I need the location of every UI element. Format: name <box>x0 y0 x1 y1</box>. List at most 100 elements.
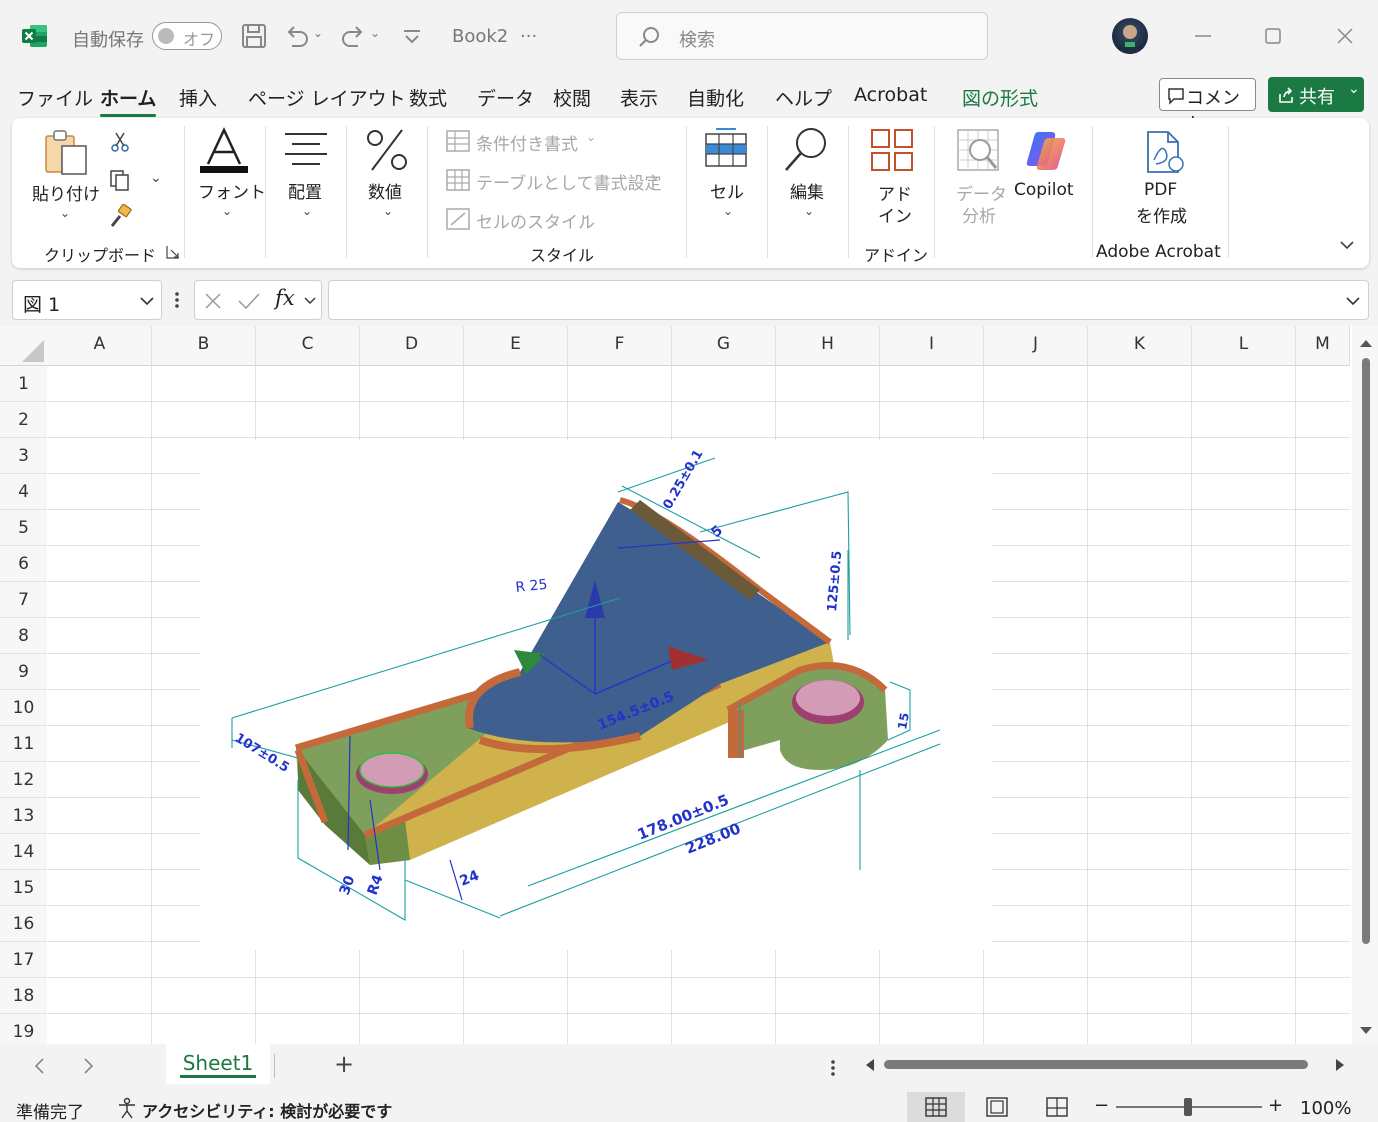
tab-view[interactable]: 表示 <box>620 84 658 111</box>
row-header-5[interactable]: 5 <box>0 510 47 546</box>
column-header-h[interactable]: H <box>776 326 880 366</box>
accessibility-icon[interactable] <box>116 1097 138 1119</box>
paste-icon[interactable] <box>42 128 92 178</box>
tab-automate[interactable]: 自動化 <box>687 84 744 111</box>
scroll-left-icon[interactable] <box>864 1058 876 1072</box>
scroll-up-icon[interactable] <box>1359 338 1373 348</box>
editing-dropdown-icon[interactable]: ⌄ <box>804 204 814 218</box>
cells-icon[interactable] <box>704 126 750 170</box>
column-header-c[interactable]: C <box>256 326 360 366</box>
page-break-view-button[interactable] <box>1028 1092 1086 1122</box>
conditional-format-icon[interactable] <box>446 130 470 152</box>
row-header-6[interactable]: 6 <box>0 546 47 582</box>
previous-sheet-icon[interactable] <box>32 1057 48 1075</box>
redo-dropdown-icon[interactable]: ⌄ <box>370 26 380 40</box>
vertical-scrollbar[interactable] <box>1352 326 1378 1044</box>
row-header-14[interactable]: 14 <box>0 834 47 870</box>
cell-styles-icon[interactable] <box>446 208 470 230</box>
user-avatar[interactable] <box>1112 18 1148 54</box>
row-header-9[interactable]: 9 <box>0 654 47 690</box>
zoom-slider-thumb[interactable] <box>1184 1098 1192 1116</box>
vertical-scroll-thumb[interactable] <box>1362 358 1370 944</box>
column-header-d[interactable]: D <box>360 326 464 366</box>
save-icon[interactable] <box>240 22 268 50</box>
minimize-icon[interactable] <box>1188 22 1218 50</box>
enter-check-icon[interactable] <box>237 291 261 311</box>
create-pdf-line1[interactable]: PDF <box>1144 180 1177 200</box>
create-pdf-line2[interactable]: を作成 <box>1136 202 1187 227</box>
data-analysis-line2[interactable]: 分析 <box>962 202 996 227</box>
column-header-i[interactable]: I <box>880 326 984 366</box>
row-header-16[interactable]: 16 <box>0 906 47 942</box>
cancel-icon[interactable] <box>203 291 223 311</box>
zoom-level[interactable]: 100% <box>1300 1098 1351 1119</box>
tab-acrobat[interactable]: Acrobat <box>854 84 927 106</box>
name-box[interactable]: 図 1 <box>12 280 162 320</box>
zoom-out-button[interactable]: − <box>1094 1095 1109 1116</box>
alignment-icon[interactable] <box>282 130 330 170</box>
normal-view-button[interactable] <box>907 1092 965 1122</box>
select-all-corner[interactable] <box>0 326 48 366</box>
maximize-icon[interactable] <box>1258 22 1288 50</box>
formula-input[interactable] <box>328 280 1369 320</box>
close-icon[interactable] <box>1330 22 1360 50</box>
row-header-8[interactable]: 8 <box>0 618 47 654</box>
row-header-1[interactable]: 1 <box>0 366 47 402</box>
row-header-19[interactable]: 19 <box>0 1014 47 1044</box>
collapse-ribbon-icon[interactable] <box>1338 238 1356 252</box>
horizontal-scroll-thumb[interactable] <box>884 1060 1308 1069</box>
tab-help[interactable]: ヘルプ <box>775 84 832 111</box>
number-dropdown-icon[interactable]: ⌄ <box>383 204 393 218</box>
row-header-17[interactable]: 17 <box>0 942 47 978</box>
tab-home[interactable]: ホーム <box>100 84 157 117</box>
insert-function-button[interactable]: fx <box>275 286 295 310</box>
function-chevron-down-icon[interactable] <box>303 294 317 308</box>
cad-drawing-picture[interactable]: R 25 154.5±0.5 178.00±0.5 228.00 24 R4 3… <box>200 440 992 950</box>
number-format-icon[interactable] <box>364 126 410 174</box>
copilot-button[interactable]: Copilot <box>1014 180 1074 200</box>
format-painter-icon[interactable] <box>108 204 134 230</box>
expand-formula-bar-icon[interactable] <box>1345 293 1361 309</box>
cells-button[interactable]: セル <box>710 178 744 203</box>
tab-file[interactable]: ファイル <box>17 84 93 111</box>
tab-review[interactable]: 校閲 <box>553 84 591 111</box>
tab-formulas[interactable]: 数式 <box>409 84 447 111</box>
column-header-m[interactable]: M <box>1296 326 1350 366</box>
zoom-in-button[interactable]: + <box>1268 1095 1283 1116</box>
copilot-icon[interactable] <box>1022 128 1070 174</box>
paste-dropdown-icon[interactable]: ⌄ <box>60 206 70 220</box>
row-header-13[interactable]: 13 <box>0 798 47 834</box>
font-button[interactable]: フォント <box>198 178 266 203</box>
undo-dropdown-icon[interactable]: ⌄ <box>313 26 323 40</box>
row-header-12[interactable]: 12 <box>0 762 47 798</box>
cell-styles-button[interactable]: セルのスタイル <box>476 208 595 233</box>
conditional-format-dropdown-icon[interactable]: ⌄ <box>586 130 596 144</box>
editing-search-icon[interactable] <box>782 124 832 174</box>
sheet-tab-sheet1[interactable]: Sheet1 <box>166 1044 270 1084</box>
column-header-l[interactable]: L <box>1192 326 1296 366</box>
cells-dropdown-icon[interactable]: ⌄ <box>723 204 733 218</box>
tab-page-layout[interactable]: ページ レイアウト <box>248 84 406 111</box>
row-header-15[interactable]: 15 <box>0 870 47 906</box>
cell-styles-dropdown-icon[interactable]: ⌄ <box>580 208 590 222</box>
autosave-toggle[interactable]: オフ <box>152 22 222 50</box>
column-header-b[interactable]: B <box>152 326 256 366</box>
format-as-table-icon[interactable] <box>446 169 470 191</box>
format-as-table-button[interactable]: テーブルとして書式設定 <box>476 169 661 194</box>
row-header-18[interactable]: 18 <box>0 978 47 1014</box>
add-ins-button-line2[interactable]: イン <box>878 202 912 227</box>
tab-data[interactable]: データ <box>477 84 534 111</box>
font-dropdown-icon[interactable]: ⌄ <box>222 204 232 218</box>
column-header-e[interactable]: E <box>464 326 568 366</box>
row-header-2[interactable]: 2 <box>0 402 47 438</box>
file-options-button[interactable]: ··· <box>520 26 537 47</box>
add-ins-icon[interactable] <box>870 128 914 172</box>
row-header-11[interactable]: 11 <box>0 726 47 762</box>
format-as-table-dropdown-icon[interactable]: ⌄ <box>650 169 660 183</box>
accessibility-status[interactable]: アクセシビリティ: 検討が必要です <box>142 1098 392 1122</box>
add-sheet-button[interactable]: + <box>334 1050 354 1078</box>
row-header-4[interactable]: 4 <box>0 474 47 510</box>
number-button[interactable]: 数値 <box>368 178 402 203</box>
column-header-g[interactable]: G <box>672 326 776 366</box>
undo-icon[interactable] <box>282 22 310 50</box>
